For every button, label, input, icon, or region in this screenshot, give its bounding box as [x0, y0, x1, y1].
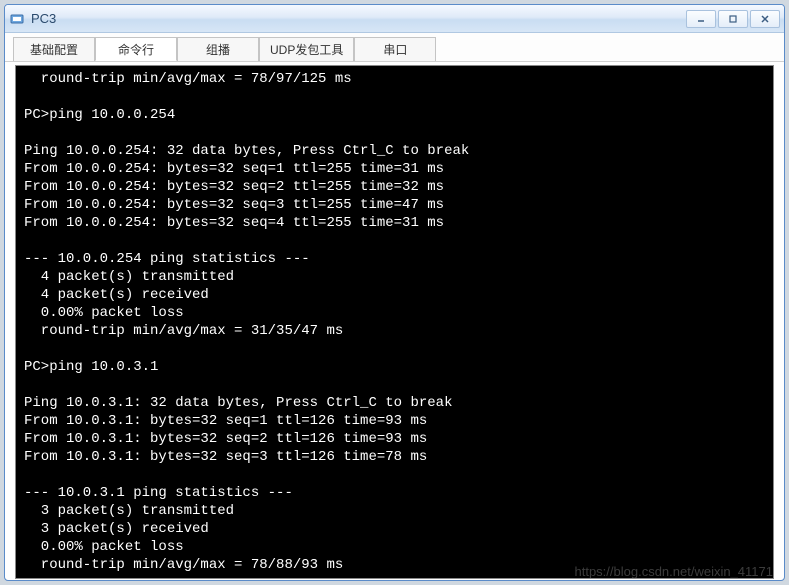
tab-command-line[interactable]: 命令行 — [95, 37, 177, 61]
close-button[interactable] — [750, 10, 780, 28]
titlebar: PC3 — [5, 5, 784, 33]
window-title: PC3 — [31, 11, 56, 26]
app-icon — [9, 11, 25, 27]
tab-multicast[interactable]: 组播 — [177, 37, 259, 61]
window-controls — [686, 10, 780, 28]
app-window: PC3 基础配置 命令行 组播 UDP发包工具 串口 round-trip mi… — [4, 4, 785, 581]
tab-bar: 基础配置 命令行 组播 UDP发包工具 串口 — [5, 33, 784, 62]
tab-serial[interactable]: 串口 — [354, 37, 436, 61]
terminal-output[interactable]: round-trip min/avg/max = 78/97/125 ms PC… — [15, 65, 774, 579]
maximize-button[interactable] — [718, 10, 748, 28]
tab-udp-tool[interactable]: UDP发包工具 — [259, 37, 354, 61]
tab-basic-config[interactable]: 基础配置 — [13, 37, 95, 61]
minimize-button[interactable] — [686, 10, 716, 28]
